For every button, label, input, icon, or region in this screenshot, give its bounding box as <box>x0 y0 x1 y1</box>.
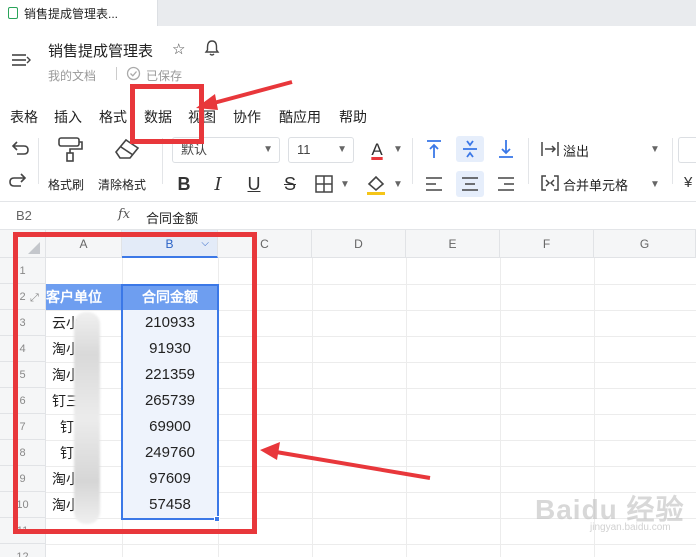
format-painter-icon[interactable] <box>56 136 84 162</box>
grid-line <box>406 258 407 557</box>
overflow-label[interactable]: 溢出 <box>563 141 589 160</box>
merge-cells-label[interactable]: 合并单元格 <box>563 175 628 194</box>
grid-line <box>46 544 696 545</box>
redo-icon[interactable] <box>8 170 30 192</box>
tab-title: 销售提成管理表... <box>24 6 119 21</box>
align-top-icon[interactable] <box>424 138 444 160</box>
notification-bell-icon[interactable] <box>204 39 220 57</box>
formula-bar: B2 fx 合同金额 <box>0 202 696 230</box>
italic-icon[interactable]: I <box>208 172 228 196</box>
strikethrough-icon[interactable]: S <box>280 172 300 196</box>
align-middle-icon <box>463 140 477 158</box>
overflow-icon[interactable] <box>540 140 560 158</box>
align-left-icon[interactable] <box>424 174 444 194</box>
menu-help[interactable]: 帮助 <box>339 104 367 130</box>
clear-format-label[interactable]: 清除格式 <box>98 176 146 193</box>
merge-cells-icon[interactable] <box>540 174 560 192</box>
format-painter-label[interactable]: 格式刷 <box>48 176 84 193</box>
currency-icon[interactable]: ¥ <box>684 174 692 191</box>
toolbar-divider <box>412 138 413 184</box>
toolbar: 格式刷 清除格式 默认 ▼ 11 ▼ A ▼ B I U S ▼ ▼ 溢出 ▼ … <box>0 130 696 202</box>
align-center-button[interactable] <box>456 171 484 197</box>
align-middle-button[interactable] <box>456 136 484 162</box>
document-folder-link[interactable]: 我的文档 <box>48 67 96 84</box>
underline-icon[interactable]: U <box>244 172 264 196</box>
baidu-watermark-url: jingyan.baidu.com <box>590 522 671 533</box>
fill-color-icon[interactable] <box>364 172 388 196</box>
browser-tab-bar: 销售提成管理表... <box>0 0 696 26</box>
column-header-d[interactable]: D <box>312 230 406 258</box>
row-header[interactable]: 12 <box>0 544 46 557</box>
menu-format[interactable]: 格式 <box>99 104 127 130</box>
menu-toggle-icon[interactable] <box>10 50 32 70</box>
cloud-saved-icon <box>126 66 141 81</box>
save-status: 已保存 <box>146 69 183 83</box>
chevron-down-icon[interactable]: ▼ <box>340 179 350 190</box>
grid-line <box>312 258 313 557</box>
chevron-down-icon[interactable]: ▼ <box>650 144 660 155</box>
chevron-down-icon[interactable]: ▼ <box>650 179 660 190</box>
cell-reference[interactable]: B2 <box>16 208 32 223</box>
column-header-g[interactable]: G <box>594 230 696 258</box>
annotation-highlight-data-menu <box>130 84 204 144</box>
bold-icon[interactable]: B <box>174 172 194 196</box>
chevron-down-icon: ▼ <box>263 144 273 155</box>
chevron-down-icon[interactable]: ▼ <box>393 144 403 155</box>
document-title[interactable]: 销售提成管理表 <box>48 40 153 61</box>
font-size-select[interactable]: 11 ▼ <box>288 137 354 163</box>
border-icon[interactable] <box>314 174 334 194</box>
browser-tab[interactable]: 销售提成管理表... <box>0 0 158 26</box>
text-color-button[interactable]: A <box>364 138 390 162</box>
menu-insert[interactable]: 插入 <box>54 104 82 130</box>
chevron-down-icon: ▼ <box>337 144 347 155</box>
star-icon[interactable]: ☆ <box>172 40 185 58</box>
sheet-file-icon <box>8 7 18 19</box>
formula-input[interactable]: 合同金额 <box>146 208 198 227</box>
grid-line <box>500 258 501 557</box>
text-color-icon: A <box>371 140 383 159</box>
menu-apps[interactable]: 酷应用 <box>279 104 321 130</box>
toolbar-divider <box>162 138 163 184</box>
header-divider <box>116 67 117 80</box>
toolbar-divider <box>38 138 39 184</box>
column-header-e[interactable]: E <box>406 230 500 258</box>
annotation-highlight-table <box>13 232 257 534</box>
align-right-icon[interactable] <box>496 174 516 194</box>
column-header-f[interactable]: F <box>500 230 594 258</box>
toolbar-divider <box>672 138 673 184</box>
number-format-select[interactable] <box>678 137 696 163</box>
undo-icon[interactable] <box>8 138 30 160</box>
toolbar-divider <box>528 138 529 184</box>
function-icon[interactable]: fx <box>118 207 130 222</box>
chevron-down-icon[interactable]: ▼ <box>393 179 403 190</box>
align-bottom-icon[interactable] <box>496 138 516 160</box>
align-center-icon <box>462 177 478 191</box>
menu-collaborate[interactable]: 协作 <box>233 104 261 130</box>
menu-table[interactable]: 表格 <box>10 104 38 130</box>
